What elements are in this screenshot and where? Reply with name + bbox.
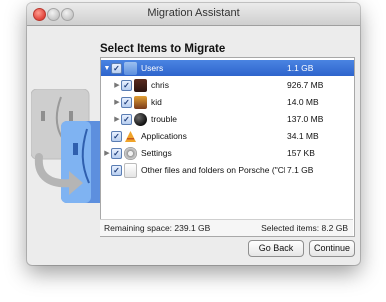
- applications-checkbox[interactable]: ✓: [111, 130, 122, 142]
- item-size: 926.7 MB: [287, 80, 324, 90]
- item-name: Other files and folders on Porsche ("Chr…: [141, 165, 285, 175]
- item-name: Settings: [141, 148, 172, 158]
- gear-icon: [124, 146, 137, 160]
- list-item-applications[interactable]: ✓ Applications 34.1 MB: [101, 128, 354, 144]
- item-name: Applications: [141, 131, 187, 141]
- document-icon: [124, 162, 137, 178]
- status-bar: Remaining space: 239.1 GB Selected items…: [100, 219, 353, 236]
- item-size: 7.1 GB: [287, 165, 314, 175]
- other-files-checkbox[interactable]: ✓: [111, 164, 122, 176]
- continue-button[interactable]: Continue: [309, 240, 355, 257]
- item-name: kid: [151, 97, 162, 107]
- migration-items-list[interactable]: ▼ ✓ Users 1.1 GB ▶ ✓ chris 926.7 MB ▶ ✓ …: [100, 57, 355, 237]
- settings-checkbox[interactable]: ✓: [111, 147, 122, 159]
- disclosure-triangle-icon[interactable]: ▶: [113, 98, 121, 106]
- item-name: Users: [141, 63, 164, 73]
- chris-checkbox[interactable]: ✓: [121, 79, 132, 91]
- selected-items-label: Selected items: 8.2 GB: [261, 223, 348, 233]
- item-size: 137.0 MB: [287, 114, 324, 124]
- item-size: 1.1 GB: [287, 63, 314, 73]
- item-size: 157 KB: [287, 148, 315, 158]
- list-item-trouble[interactable]: ▶ ✓ trouble 137.0 MB: [101, 111, 354, 127]
- titlebar: Migration Assistant: [27, 3, 360, 26]
- disclosure-triangle-expanded-icon[interactable]: ▼: [103, 65, 111, 72]
- item-size: 14.0 MB: [287, 97, 319, 107]
- users-folder-icon: [124, 61, 137, 75]
- item-name: chris: [151, 80, 169, 90]
- user-avatar-icon: [134, 78, 147, 92]
- kid-checkbox[interactable]: ✓: [121, 96, 132, 108]
- user-avatar-icon: [134, 112, 147, 126]
- trouble-checkbox[interactable]: ✓: [121, 113, 132, 125]
- user-avatar-icon: [134, 95, 147, 109]
- item-size: 34.1 MB: [287, 131, 319, 141]
- list-item-other-files[interactable]: ✓ Other files and folders on Porsche ("C…: [101, 162, 354, 178]
- list-item-settings[interactable]: ▶ ✓ Settings 157 KB: [101, 145, 354, 161]
- disclosure-triangle-icon[interactable]: ▶: [113, 81, 121, 89]
- list-item-chris[interactable]: ▶ ✓ chris 926.7 MB: [101, 77, 354, 93]
- section-heading: Select Items to Migrate: [100, 43, 226, 55]
- disclosure-triangle-icon[interactable]: ▶: [113, 115, 121, 123]
- remaining-space-label: Remaining space: 239.1 GB: [104, 223, 211, 233]
- disclosure-triangle-icon[interactable]: ▶: [103, 149, 111, 157]
- list-item-kid[interactable]: ▶ ✓ kid 14.0 MB: [101, 94, 354, 110]
- applications-icon: [124, 130, 137, 143]
- item-name: trouble: [151, 114, 177, 124]
- window-title: Migration Assistant: [147, 7, 240, 19]
- users-checkbox[interactable]: ✓: [111, 62, 122, 74]
- list-item-users[interactable]: ▼ ✓ Users 1.1 GB: [101, 60, 354, 76]
- go-back-button[interactable]: Go Back: [248, 240, 304, 257]
- migration-window: Migration Assistant Select Items to Migr…: [27, 3, 360, 265]
